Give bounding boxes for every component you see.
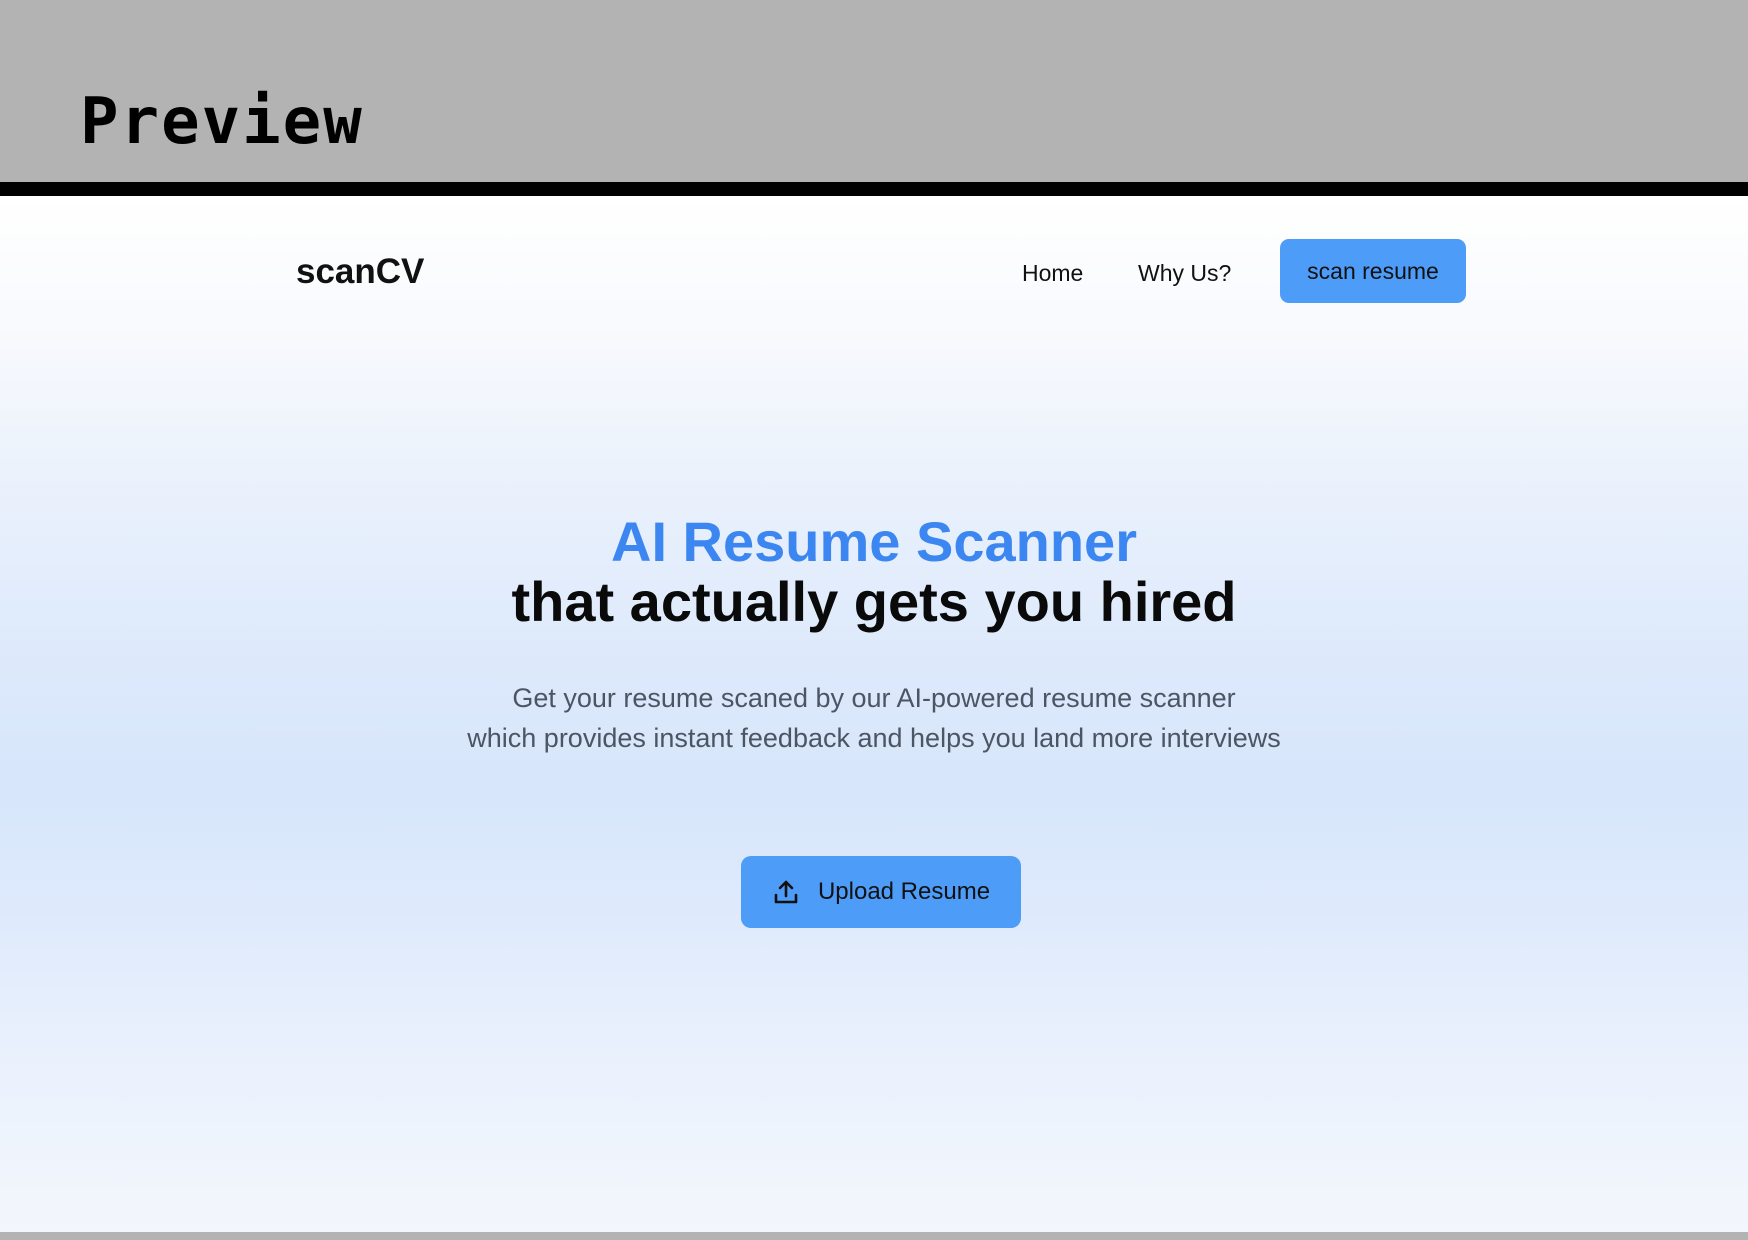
- hero-title-main: that actually gets you hired: [511, 570, 1237, 633]
- preview-header: Preview: [0, 0, 1748, 182]
- preview-title: Preview: [80, 85, 364, 159]
- upload-resume-button[interactable]: Upload Resume: [741, 856, 1021, 928]
- scan-resume-label: scan resume: [1307, 257, 1439, 284]
- upload-icon: [774, 880, 798, 904]
- hero-subtitle: Get your resume scaned by our AI-powered…: [0, 678, 1748, 758]
- hero-subtitle-line-2: which provides instant feedback and help…: [467, 723, 1281, 753]
- preview-divider: [0, 182, 1748, 196]
- scan-resume-button[interactable]: scan resume: [1280, 239, 1466, 303]
- bottom-frame: [0, 1232, 1748, 1240]
- nav-link-home[interactable]: Home: [1022, 258, 1083, 288]
- nav-link-why-us[interactable]: Why Us?: [1138, 258, 1231, 288]
- upload-resume-label: Upload Resume: [817, 878, 991, 905]
- hero-heading: AI Resume Scanner that actually gets you…: [0, 512, 1748, 632]
- brand-logo[interactable]: scanCV: [296, 250, 424, 294]
- hero-subtitle-line-1: Get your resume scaned by our AI-powered…: [512, 683, 1236, 713]
- hero-title-accent: AI Resume Scanner: [611, 510, 1137, 573]
- landing-page: scanCV Home Why Us? scan resume AI Resum…: [0, 196, 1748, 1232]
